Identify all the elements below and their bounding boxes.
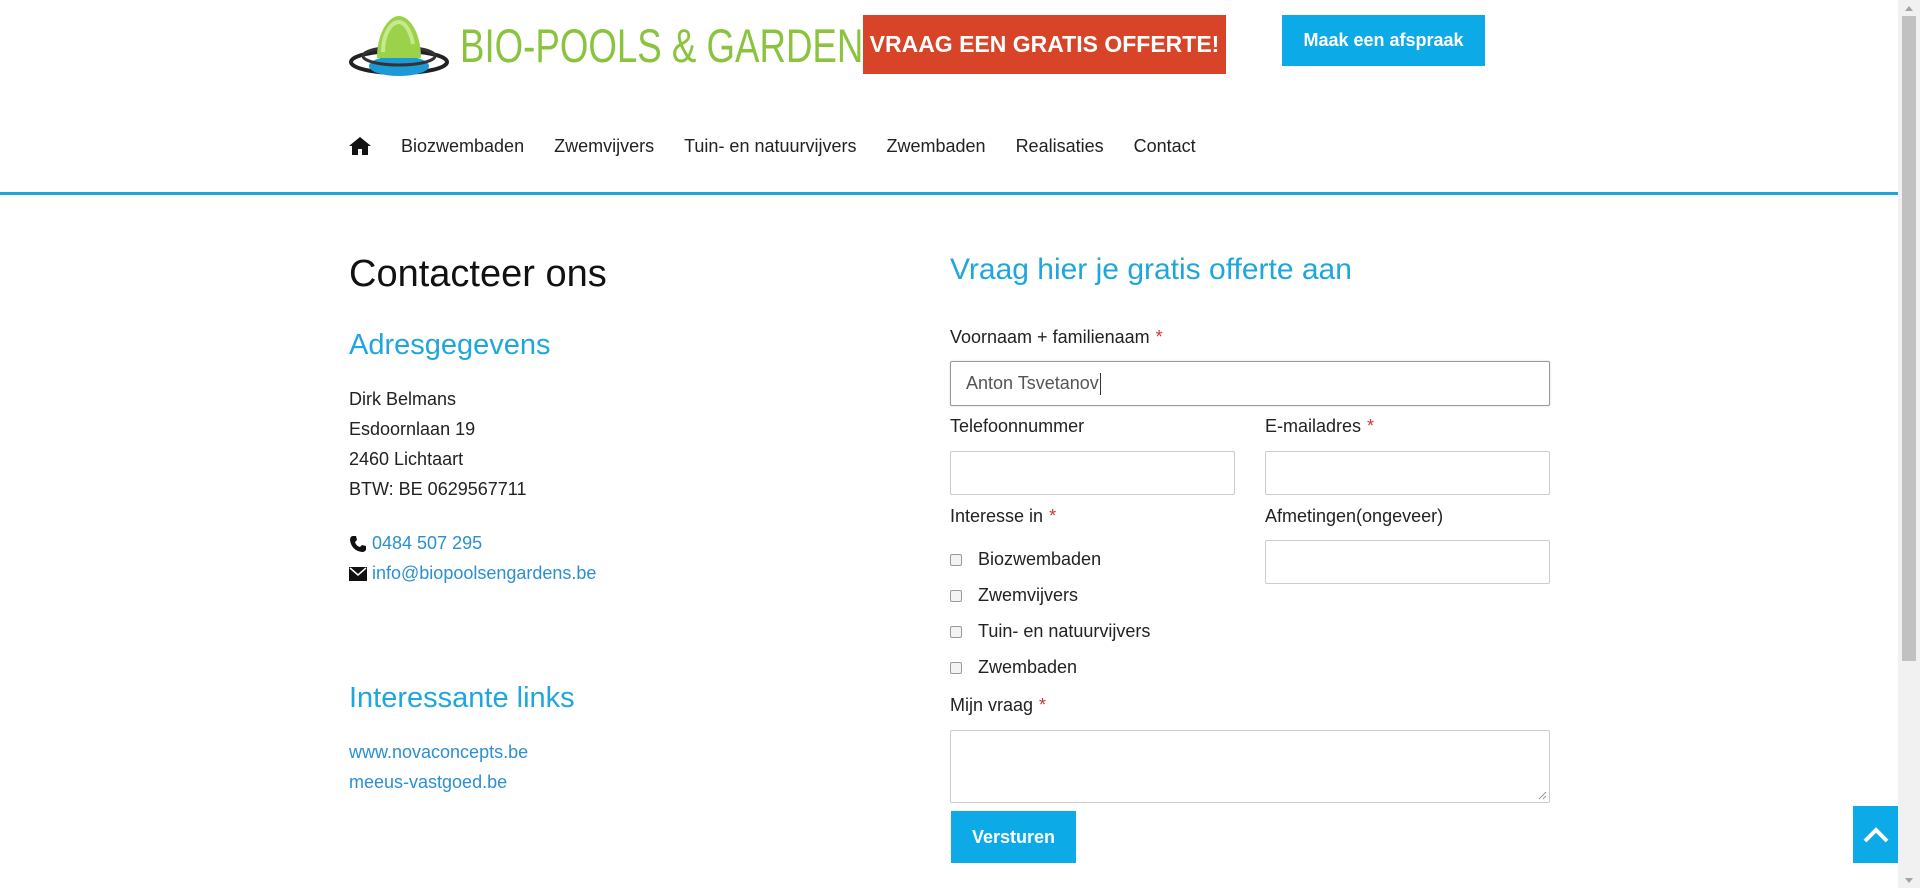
name-label: Voornaam + familienaam * <box>950 327 1163 348</box>
site-header: BIO-POOLS & GARDENS VRAAG EEN GRATIS OFF… <box>0 0 1898 195</box>
size-field[interactable] <box>1265 540 1550 584</box>
scroll-down-arrow-icon[interactable] <box>1898 872 1920 888</box>
logo-text: BIO-POOLS & GARDENS <box>460 19 888 72</box>
phone-field[interactable] <box>950 451 1235 495</box>
text-cursor <box>1099 372 1101 395</box>
interest-option-biozwembaden[interactable]: Biozwembaden <box>950 549 1101 570</box>
checkbox[interactable] <box>950 661 962 674</box>
checkbox-label: Zwemvijvers <box>978 585 1079 605</box>
checkbox-label: Biozwembaden <box>978 549 1102 569</box>
nav-item-zwembaden[interactable]: Zwembaden <box>887 136 986 157</box>
question-label: Mijn vraag * <box>950 695 1046 716</box>
nav-item-realisaties[interactable]: Realisaties <box>1016 136 1104 157</box>
nav-item-biozwembaden[interactable]: Biozwembaden <box>401 136 524 157</box>
address-line: BTW: BE 0629567711 <box>349 479 527 499</box>
logo-mark-icon <box>349 16 449 76</box>
home-icon[interactable] <box>349 136 371 156</box>
name-label-text: Voornaam + familienaam <box>950 327 1150 347</box>
address-block: Dirk Belmans Esdoornlaan 19 2460 Lichtaa… <box>349 384 526 504</box>
link-meeus-vastgoed[interactable]: meeus-vastgoed.be <box>349 767 528 797</box>
phone-line: 0484 507 295 <box>349 533 482 554</box>
email-line: info@biopoolsengardens.be <box>349 563 596 584</box>
page-title: Contacteer ons <box>349 253 607 295</box>
nav-item-zwemvijvers[interactable]: Zwemvijvers <box>554 136 654 157</box>
nav-item-contact[interactable]: Contact <box>1134 136 1196 157</box>
required-mark: * <box>1367 416 1375 436</box>
checkbox-label: Tuin- en natuurvijvers <box>978 621 1151 641</box>
address-heading: Adresgegevens <box>349 329 551 361</box>
make-appointment-button[interactable]: Maak een afspraak <box>1282 15 1485 66</box>
scrollbar-thumb[interactable] <box>1902 16 1916 661</box>
required-mark: * <box>1039 695 1047 715</box>
interest-label-text: Interesse in <box>950 506 1044 526</box>
scrollbar[interactable] <box>1898 0 1920 888</box>
interest-option-tuin-natuurvijvers[interactable]: Tuin- en natuurvijvers <box>950 621 1150 642</box>
phone-icon <box>350 535 366 552</box>
email-field[interactable] <box>1265 451 1550 495</box>
resize-grip-icon[interactable] <box>1538 791 1547 800</box>
logo[interactable]: BIO-POOLS & GARDENS <box>349 10 888 78</box>
address-line: 2460 Lichtaart <box>349 449 464 469</box>
link-novaconcepts[interactable]: www.novaconcepts.be <box>349 737 528 767</box>
checkbox-label: Zwembaden <box>978 657 1078 677</box>
interest-label: Interesse in * <box>950 506 1056 527</box>
question-label-text: Mijn vraag <box>950 695 1034 715</box>
request-quote-button[interactable]: VRAAG EEN GRATIS OFFERTE! <box>863 15 1226 74</box>
checkbox[interactable] <box>950 625 962 638</box>
name-field[interactable]: Anton Tsvetanov <box>950 361 1550 406</box>
name-field-value: Anton Tsvetanov <box>966 373 1099 393</box>
email-label-text: E-mailadres <box>1265 416 1362 436</box>
address-line: Esdoornlaan 19 <box>349 419 476 439</box>
required-mark: * <box>1049 506 1057 526</box>
interest-option-zwemvijvers[interactable]: Zwemvijvers <box>950 585 1078 606</box>
nav-item-tuin-natuurvijvers[interactable]: Tuin- en natuurvijvers <box>684 136 856 157</box>
form-title: Vraag hier je gratis offerte aan <box>950 253 1352 286</box>
question-textarea[interactable] <box>950 730 1550 803</box>
email-link[interactable]: info@biopoolsengardens.be <box>372 563 596 584</box>
chevron-up-icon <box>1863 826 1888 842</box>
scroll-up-arrow-icon[interactable] <box>1898 0 1920 16</box>
required-mark: * <box>1155 327 1163 347</box>
phone-link[interactable]: 0484 507 295 <box>372 533 482 554</box>
checkbox[interactable] <box>950 553 962 566</box>
main-nav: Biozwembaden Zwemvijvers Tuin- en natuur… <box>349 128 1226 164</box>
size-label: Afmetingen(ongeveer) <box>1265 506 1443 527</box>
phone-label: Telefoonnummer <box>950 416 1084 437</box>
links-heading: Interessante links <box>349 682 575 714</box>
checkbox[interactable] <box>950 589 962 602</box>
submit-button[interactable]: Versturen <box>951 811 1076 863</box>
phone-label-text: Telefoonnummer <box>950 416 1085 436</box>
size-label-text: Afmetingen(ongeveer) <box>1265 506 1444 526</box>
envelope-icon <box>349 566 367 581</box>
interest-option-zwembaden[interactable]: Zwembaden <box>950 657 1077 678</box>
interesting-links: www.novaconcepts.be meeus-vastgoed.be <box>349 737 528 797</box>
back-to-top-button[interactable] <box>1853 806 1898 863</box>
email-label: E-mailadres * <box>1265 416 1374 437</box>
address-line: Dirk Belmans <box>349 389 457 409</box>
